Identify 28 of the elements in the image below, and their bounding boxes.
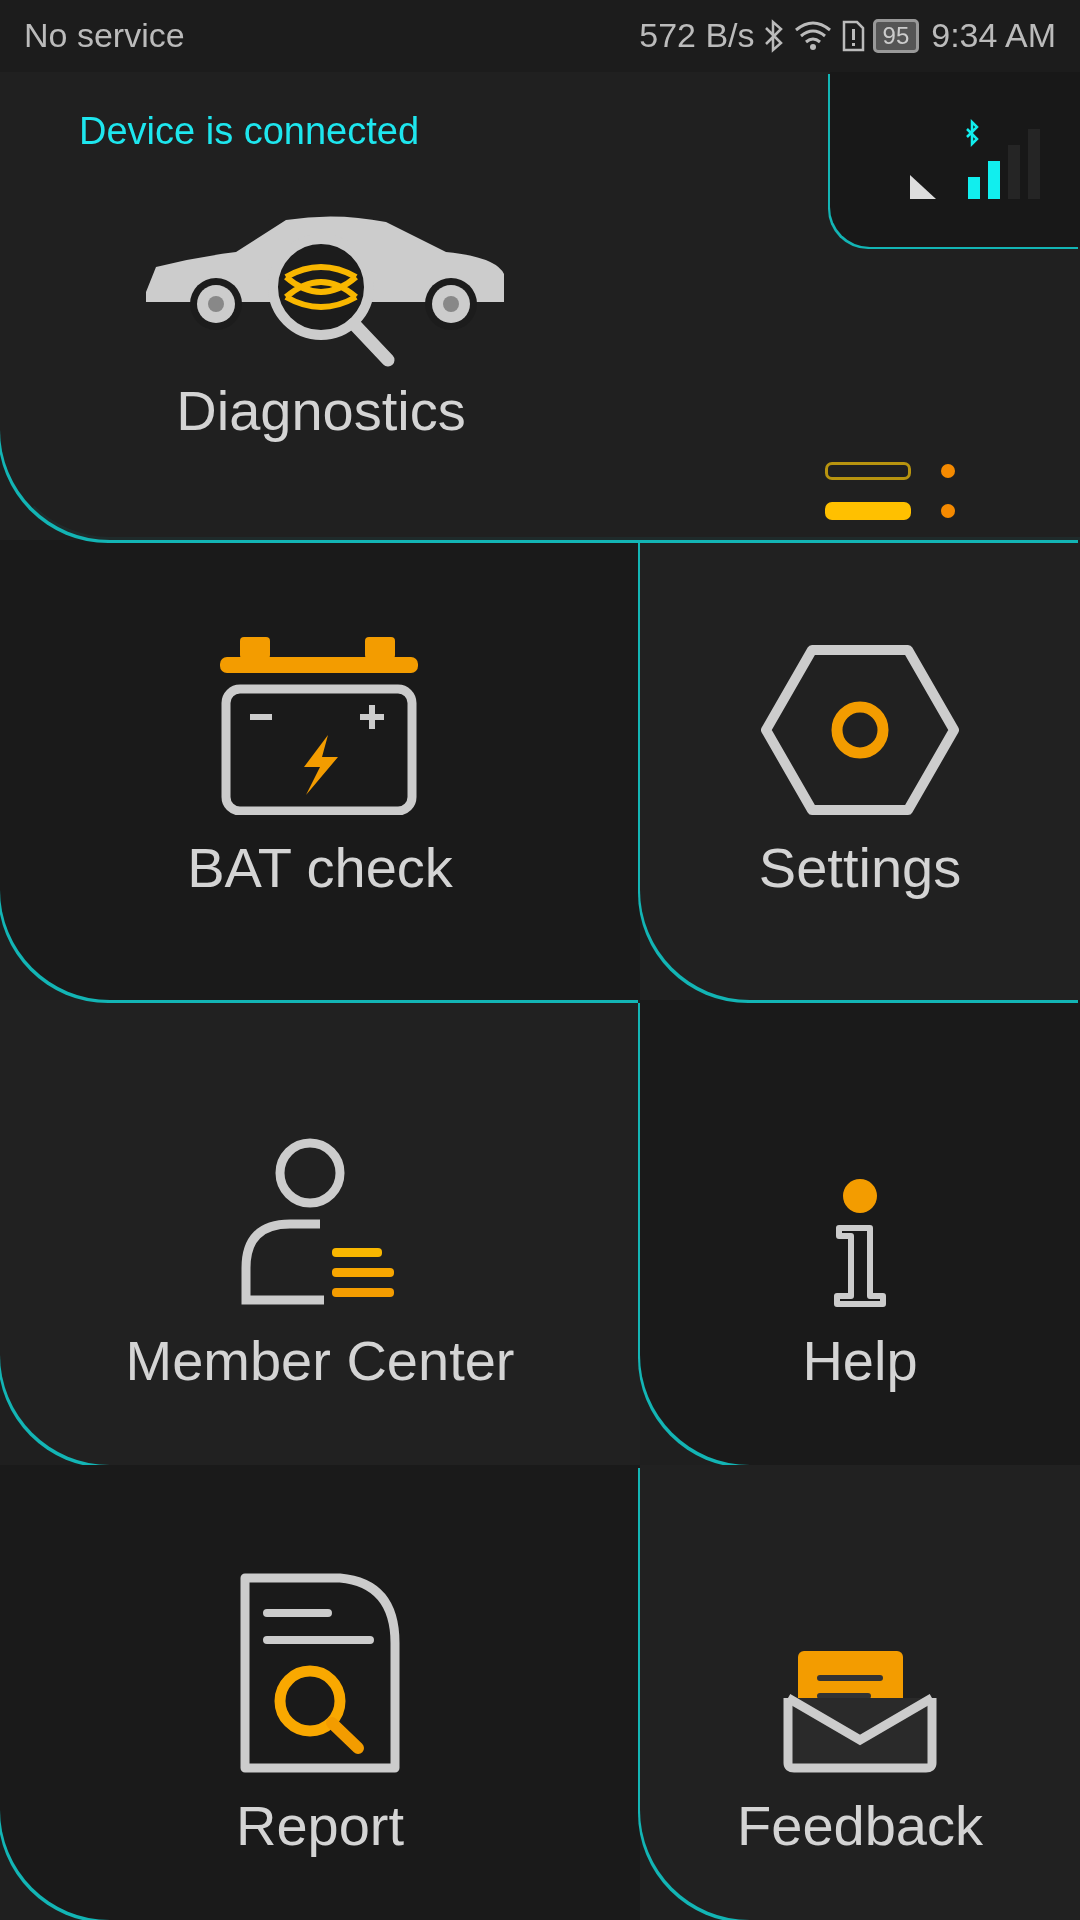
menu-tile[interactable]: Report <box>0 1465 640 1920</box>
diagnostics-card[interactable]: Device is connected Diagnostics <box>0 71 1080 540</box>
tile-label: Help <box>802 1328 918 1393</box>
tile-label: Member Center <box>125 1328 515 1393</box>
menu-tile[interactable]: Help <box>640 1000 1080 1465</box>
carrier-text: No service <box>24 16 185 56</box>
page-indicator[interactable] <box>825 501 911 520</box>
wifi-icon <box>792 19 833 52</box>
menu-tile[interactable]: BAT check <box>0 540 640 1000</box>
page-indicator[interactable] <box>825 461 911 480</box>
tile-label: Report <box>235 1793 405 1858</box>
clock-time: 9:34 AM <box>931 16 1056 56</box>
bluetooth-icon <box>762 18 785 53</box>
dot-icon <box>941 463 955 478</box>
hexagon-nut-icon <box>760 645 960 815</box>
menu-tile[interactable]: Settings <box>640 540 1080 1000</box>
battery-icon <box>220 635 420 815</box>
dot-icon <box>941 503 955 518</box>
connection-status: Device is connected <box>79 109 420 153</box>
network-speed: 572 B/s <box>639 16 755 56</box>
report-search-icon <box>240 1573 400 1773</box>
menu-tile[interactable]: Member Center <box>0 1000 640 1465</box>
battery-indicator: 95 <box>872 18 920 53</box>
tile-label: BAT check <box>187 835 453 900</box>
tile-label: Settings <box>758 835 962 900</box>
tile-label: Feedback <box>737 1793 983 1858</box>
alert-sim-icon <box>840 19 865 52</box>
diagnostics-label: Diagnostics <box>176 377 466 443</box>
